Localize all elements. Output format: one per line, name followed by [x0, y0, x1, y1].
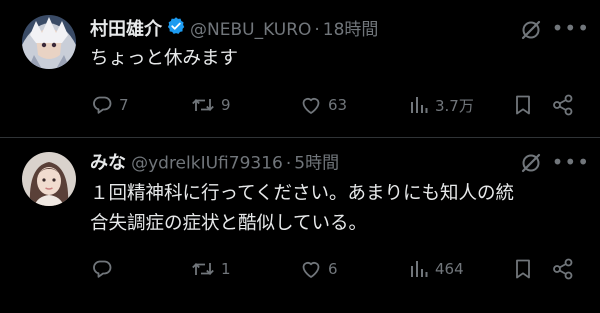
repost-count: 9 — [221, 96, 231, 114]
views-count: 464 — [435, 260, 464, 278]
like-count: 63 — [328, 96, 348, 114]
reply-button[interactable] — [90, 254, 119, 284]
verified-badge-icon — [166, 16, 186, 44]
views-button[interactable]: 464 — [406, 254, 464, 284]
views-count: 3.7万 — [435, 96, 474, 115]
more-icon[interactable]: ••• — [552, 152, 590, 172]
action-bar: 1 6 464 — [0, 254, 600, 284]
repost-icon — [190, 93, 216, 117]
timestamp[interactable]: 18時間 — [323, 20, 379, 40]
tweet[interactable]: 村田雄介 @NEBU_KURO · 18時間 ••• ちょっと休みます 7 9 63 — [0, 0, 600, 137]
separator: · — [314, 20, 320, 40]
grok-icon[interactable] — [519, 151, 543, 175]
repost-button[interactable]: 9 — [190, 90, 231, 120]
timestamp[interactable]: 5時間 — [294, 154, 339, 174]
like-icon — [299, 257, 323, 281]
like-button[interactable]: 63 — [299, 90, 347, 120]
like-button[interactable]: 6 — [299, 254, 338, 284]
reply-button[interactable]: 7 — [90, 90, 129, 120]
action-bar: 7 9 63 3.7万 — [0, 90, 600, 120]
tweet-header: みな @ydrelkIUfi79316 · 5時間 — [90, 150, 530, 176]
views-button[interactable]: 3.7万 — [406, 90, 474, 120]
display-name[interactable]: 村田雄介 — [90, 19, 162, 40]
avatar[interactable] — [22, 152, 76, 206]
tweet-text: １回精神科に行ってください。あまりにも知人の統 合失調症の症状と酷似している。 — [90, 183, 515, 234]
like-count: 6 — [328, 260, 338, 278]
like-icon — [299, 93, 323, 117]
bookmark-button[interactable] — [511, 254, 535, 284]
more-icon[interactable]: ••• — [552, 18, 590, 38]
bookmark-button[interactable] — [511, 90, 535, 120]
share-icon — [551, 257, 575, 281]
handle[interactable]: @NEBU_KURO — [190, 20, 311, 40]
tweet-text: ちょっと休みます — [90, 48, 239, 69]
display-name[interactable]: みな — [90, 153, 126, 174]
share-icon — [551, 93, 575, 117]
handle[interactable]: @ydrelkIUfi79316 — [131, 154, 283, 174]
views-icon — [406, 257, 430, 281]
share-button[interactable] — [551, 254, 575, 284]
separator: · — [285, 153, 292, 174]
avatar[interactable] — [22, 15, 76, 69]
bookmark-icon — [511, 93, 535, 117]
repost-icon — [190, 257, 216, 281]
reply-icon — [90, 93, 114, 117]
reply-icon — [90, 257, 114, 281]
bookmark-icon — [511, 257, 535, 281]
views-icon — [406, 93, 430, 117]
share-button[interactable] — [551, 90, 575, 120]
tweet-header: 村田雄介 @NEBU_KURO · 18時間 — [90, 16, 530, 42]
repost-button[interactable]: 1 — [190, 254, 231, 284]
tweet[interactable]: みな @ydrelkIUfi79316 · 5時間 ••• １回精神科に行ってくださ… — [0, 138, 600, 313]
repost-count: 1 — [221, 260, 231, 278]
reply-count: 7 — [119, 96, 129, 114]
grok-icon[interactable] — [519, 18, 543, 42]
